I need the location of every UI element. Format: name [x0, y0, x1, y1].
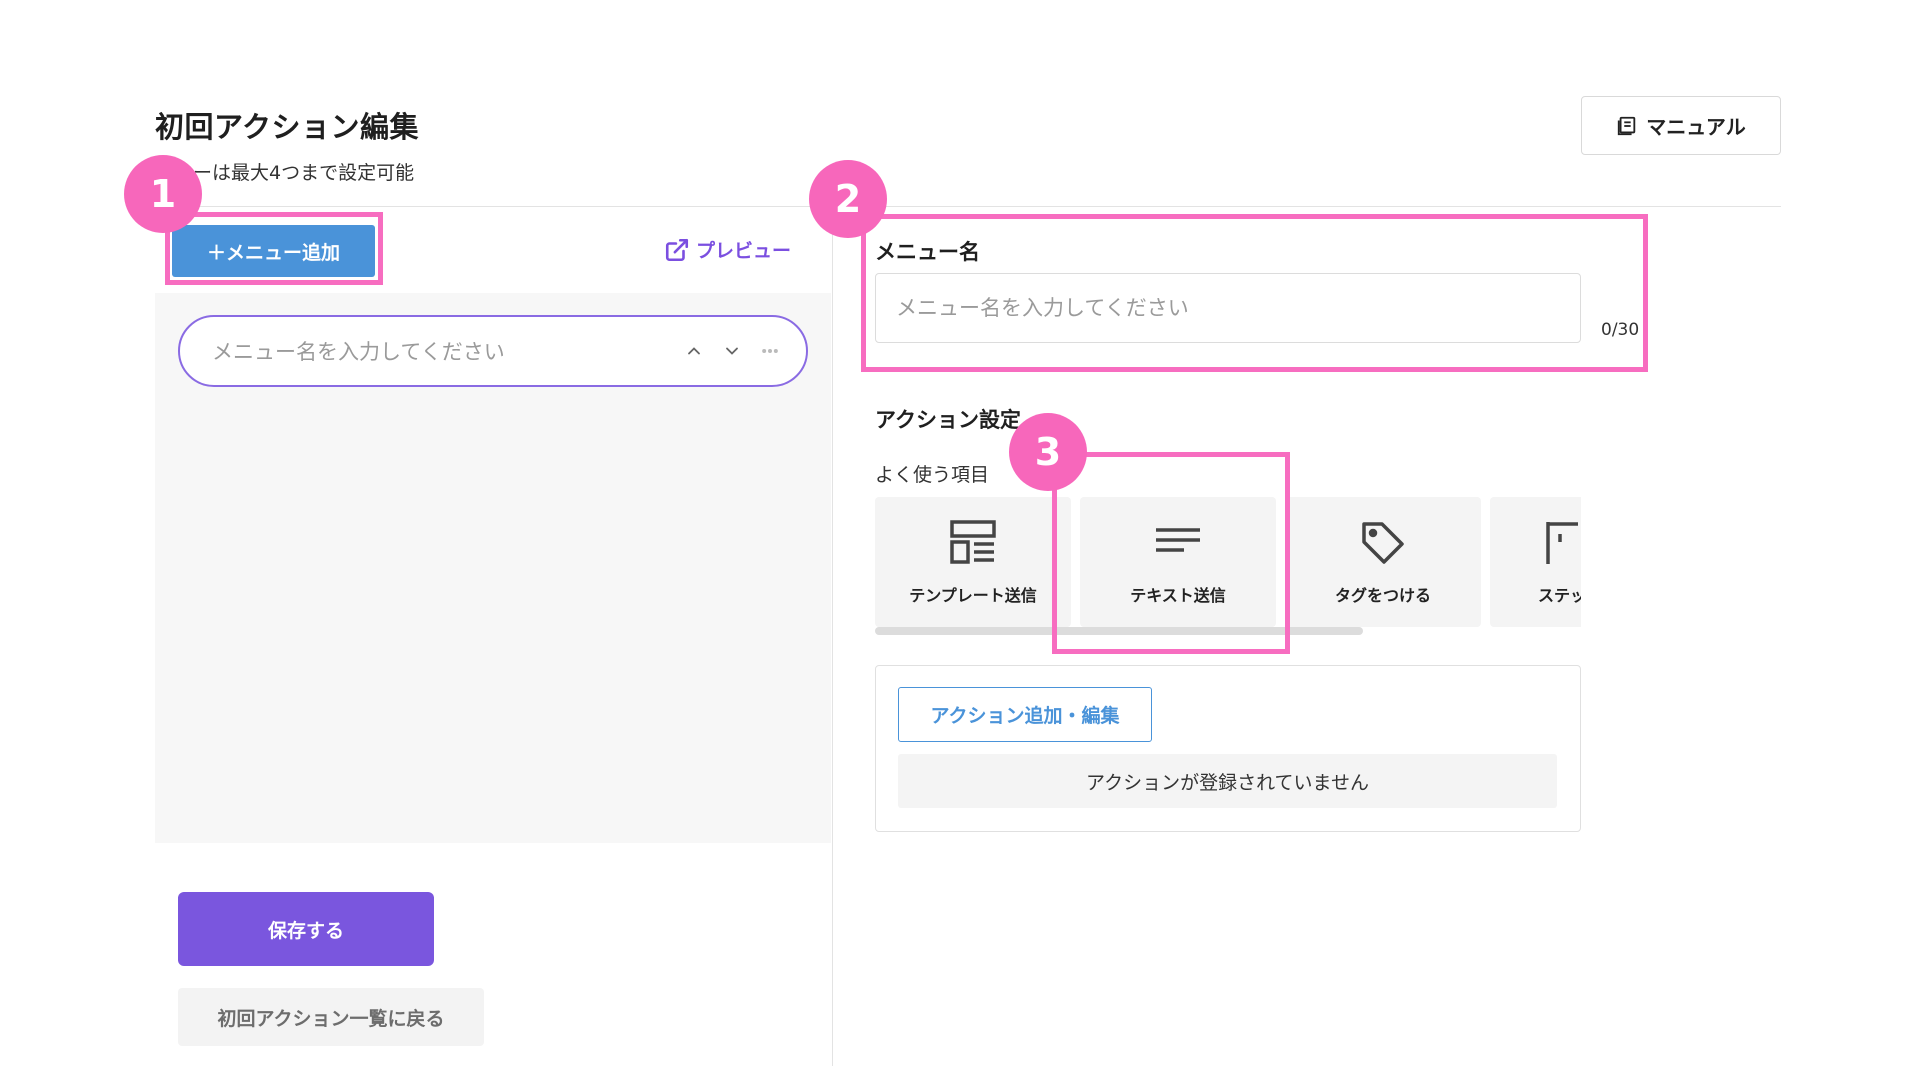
callout-badge-2: 2 [809, 160, 887, 238]
chevron-up-icon[interactable] [684, 341, 704, 361]
menu-item-name: メニュー名を入力してください [212, 340, 505, 364]
preview-link[interactable]: プレビュー [664, 236, 791, 263]
action-card-step[interactable]: ステッ [1490, 497, 1581, 627]
action-add-edit-button[interactable]: アクション追加・編集 [898, 687, 1152, 742]
no-action-message: アクションが登録されていません [898, 754, 1557, 808]
callout-badge-1: 1 [124, 155, 202, 233]
manual-button-label: マニュアル [1646, 115, 1746, 139]
external-link-icon [665, 238, 689, 261]
menu-list-item[interactable]: メニュー名を入力してください [178, 315, 808, 387]
tag-icon [1362, 522, 1404, 564]
action-settings-label: アクション設定 [875, 408, 1021, 432]
header-divider [155, 206, 1781, 207]
column-divider [832, 206, 833, 1066]
action-card-template[interactable]: テンプレート送信 [875, 497, 1071, 627]
callout-frame-2 [861, 214, 1648, 372]
action-card-label: テンプレート送信 [909, 586, 1037, 605]
manual-book-icon [1618, 116, 1636, 135]
callout-badge-3: 3 [1009, 413, 1087, 491]
action-card-label: タグをつける [1334, 586, 1431, 605]
callout-frame-1 [165, 212, 383, 285]
manual-button[interactable]: マニュアル [1581, 96, 1781, 155]
callout-frame-3 [1052, 452, 1290, 654]
action-card-label: ステッ [1538, 586, 1581, 605]
page-title: 初回アクション編集 [155, 110, 420, 144]
more-dots-icon[interactable] [760, 341, 780, 361]
template-icon [950, 520, 996, 564]
back-to-list-button[interactable]: 初回アクション一覧に戻る [178, 988, 484, 1046]
preview-link-label: プレビュー [696, 240, 792, 262]
chevron-down-icon[interactable] [722, 341, 742, 361]
step-icon [1546, 522, 1578, 564]
action-card-tag[interactable]: タグをつける [1285, 497, 1481, 627]
frequent-items-label: よく使う項目 [875, 464, 990, 486]
save-button[interactable]: 保存する [178, 892, 434, 966]
